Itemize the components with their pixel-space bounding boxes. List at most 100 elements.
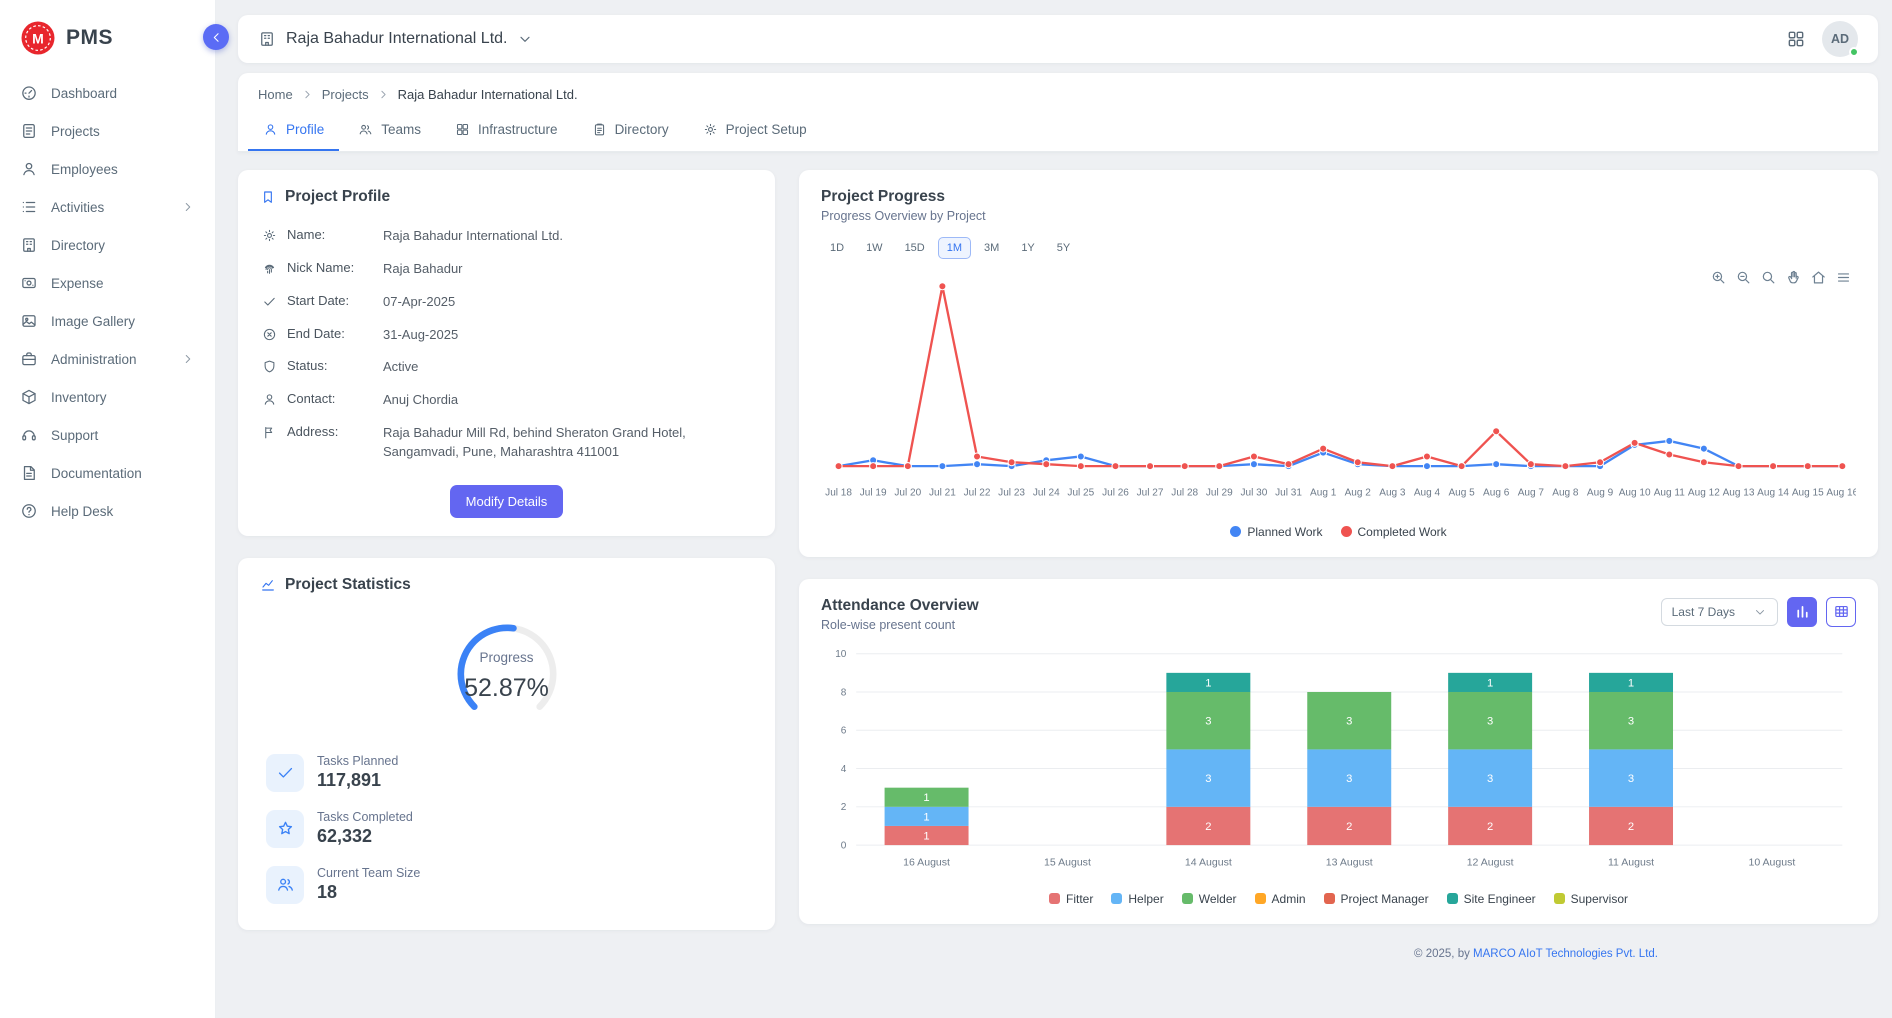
data-point-planned-work: [1700, 445, 1707, 452]
sidebar-item-label: Inventory: [51, 390, 195, 405]
tab-infrastructure[interactable]: Infrastructure: [440, 112, 573, 151]
legend-item-fitter[interactable]: Fitter: [1049, 892, 1093, 906]
infrastructure-icon: [455, 122, 470, 137]
range-button-15d[interactable]: 15D: [896, 237, 934, 259]
data-point-planned-work: [1250, 461, 1257, 468]
legend-item-project-manager[interactable]: Project Manager: [1324, 892, 1429, 906]
sidebar-item-documentation[interactable]: Documentation: [0, 454, 215, 492]
x-axis-label: Aug 3: [1379, 487, 1406, 498]
zoom-out-icon[interactable]: [1735, 269, 1752, 286]
legend-item-helper[interactable]: Helper: [1111, 892, 1163, 906]
legend-item-admin[interactable]: Admin: [1255, 892, 1306, 906]
data-point-completed-work: [835, 463, 842, 470]
x-axis-label: Jul 30: [1241, 487, 1268, 498]
sidebar-item-administration[interactable]: Administration: [0, 340, 215, 378]
range-button-1m[interactable]: 1M: [938, 237, 971, 259]
sidebar-collapse-button[interactable]: [203, 24, 229, 50]
company-selector[interactable]: Raja Bahadur International Ltd.: [258, 30, 533, 48]
field-label: Address:: [287, 424, 373, 439]
sidebar-item-dashboard[interactable]: Dashboard: [0, 74, 215, 112]
bar-value-label: 3: [1487, 715, 1493, 727]
legend-item-completed-work[interactable]: Completed Work: [1341, 525, 1447, 539]
sidebar-item-support[interactable]: Support: [0, 416, 215, 454]
y-axis-label: 2: [841, 802, 847, 813]
sidebar-item-directory[interactable]: Directory: [0, 226, 215, 264]
range-button-1w[interactable]: 1W: [857, 237, 892, 259]
range-button-1y[interactable]: 1Y: [1012, 237, 1043, 259]
sidebar-item-label: Support: [51, 428, 195, 443]
sidebar-item-projects[interactable]: Projects: [0, 112, 215, 150]
x-axis-label: 16 August: [903, 856, 950, 868]
page-footer: © 2025, by MARCO AIoT Technologies Pvt. …: [799, 946, 1878, 970]
legend-item-welder[interactable]: Welder: [1182, 892, 1237, 906]
project-progress-card: Project Progress Progress Overview by Pr…: [799, 170, 1878, 557]
tab-profile[interactable]: Profile: [248, 112, 339, 151]
tab-directory[interactable]: Directory: [577, 112, 684, 151]
pan-icon[interactable]: [1785, 269, 1802, 286]
breadcrumb-current: Raja Bahadur International Ltd.: [398, 87, 578, 102]
flag-icon: [262, 425, 277, 440]
chevron-down-icon: [1753, 605, 1767, 619]
x-axis-label: Jul 23: [998, 487, 1025, 498]
sidebar-item-label: Administration: [51, 352, 168, 367]
svg-text:M: M: [32, 30, 44, 46]
sidebar-item-inventory[interactable]: Inventory: [0, 378, 215, 416]
home-icon[interactable]: [1810, 269, 1827, 286]
x-axis-label: Aug 14: [1757, 487, 1789, 498]
avatar[interactable]: AD: [1822, 21, 1858, 57]
tab-label: Infrastructure: [478, 122, 558, 137]
sidebar-item-employees[interactable]: Employees: [0, 150, 215, 188]
legend-item-supervisor[interactable]: Supervisor: [1554, 892, 1628, 906]
field-label: Contact:: [287, 391, 373, 406]
app-logo[interactable]: M PMS: [0, 14, 215, 74]
data-point-completed-work: [974, 453, 981, 460]
avatar-initials: AD: [1831, 32, 1849, 46]
attendance-overview-card: Attendance Overview Role-wise present co…: [799, 579, 1878, 924]
data-point-completed-work: [1112, 463, 1119, 470]
menu-icon[interactable]: [1835, 269, 1852, 286]
selection-zoom-icon[interactable]: [1760, 269, 1777, 286]
tab-teams[interactable]: Teams: [343, 112, 436, 151]
sidebar-item-expense[interactable]: Expense: [0, 264, 215, 302]
field-label: Status:: [287, 358, 373, 373]
range-button-5y[interactable]: 5Y: [1048, 237, 1079, 259]
breadcrumb-home[interactable]: Home: [258, 87, 293, 102]
y-axis-label: 10: [835, 649, 847, 660]
legend-item-site-engineer[interactable]: Site Engineer: [1447, 892, 1536, 906]
field-value: Active: [383, 358, 751, 377]
legend-label: Project Manager: [1341, 892, 1429, 906]
apps-grid-icon[interactable]: [1786, 29, 1806, 49]
y-axis-label: 4: [841, 764, 847, 775]
field-end-date: End Date: 31-Aug-2025: [260, 319, 753, 352]
breadcrumb-projects[interactable]: Projects: [322, 87, 369, 102]
x-axis-label: Jul 18: [825, 487, 852, 498]
sidebar-item-activities[interactable]: Activities: [0, 188, 215, 226]
team-icon: [276, 875, 295, 894]
legend-item-planned-work[interactable]: Planned Work: [1230, 525, 1322, 539]
range-button-3m[interactable]: 3M: [975, 237, 1008, 259]
gear-icon: [703, 122, 718, 137]
sidebar-item-image-gallery[interactable]: Image Gallery: [0, 302, 215, 340]
data-point-completed-work: [1804, 463, 1811, 470]
company-link[interactable]: MARCO AIoT Technologies Pvt. Ltd.: [1473, 948, 1658, 960]
sidebar-item-help-desk[interactable]: Help Desk: [0, 492, 215, 530]
zoom-in-icon[interactable]: [1710, 269, 1727, 286]
gauge-value: 52.87%: [441, 674, 573, 703]
table-view-toggle[interactable]: [1826, 597, 1856, 627]
x-axis-label: Jul 25: [1067, 487, 1094, 498]
x-axis-label: Aug 8: [1552, 487, 1579, 498]
tab-project-setup[interactable]: Project Setup: [688, 112, 822, 151]
stat-tasks-completed: Tasks Completed 62,332: [266, 810, 747, 848]
administration-icon: [20, 350, 38, 368]
x-axis-label: Jul 29: [1206, 487, 1233, 498]
date-range-select[interactable]: Last 7 Days: [1661, 598, 1778, 626]
stat-icon-box: [266, 810, 304, 848]
x-axis-label: Aug 9: [1587, 487, 1614, 498]
data-point-completed-work: [1700, 459, 1707, 466]
bar-value-label: 2: [1205, 821, 1211, 833]
online-status-dot: [1849, 47, 1859, 57]
x-axis-label: Jul 22: [964, 487, 991, 498]
chart-view-toggle[interactable]: [1787, 597, 1817, 627]
modify-details-button[interactable]: Modify Details: [450, 485, 564, 518]
range-button-1d[interactable]: 1D: [821, 237, 853, 259]
